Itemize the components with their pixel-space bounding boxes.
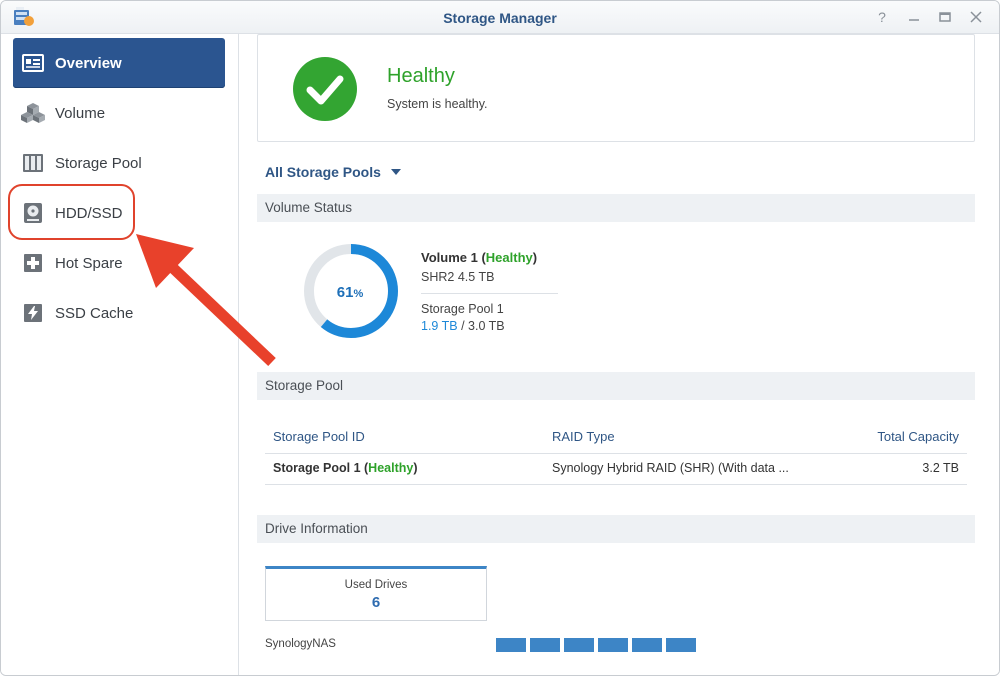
storage-pool-header: Storage Pool	[257, 372, 975, 400]
health-status-title: Healthy	[387, 65, 455, 87]
volume-total: / 3.0 TB	[457, 319, 505, 333]
volume-divider	[421, 293, 558, 294]
drive-bay[interactable]	[496, 638, 526, 652]
health-status-message: System is healthy.	[387, 97, 488, 111]
volume-state: Healthy	[485, 250, 533, 265]
drive-bay[interactable]	[564, 638, 594, 652]
pool-selector-label: All Storage Pools	[265, 164, 381, 180]
annotation-highlight-ring	[8, 184, 135, 240]
nas-name: SynologyNAS	[265, 638, 336, 650]
sidebar-item-volume[interactable]: Volume	[13, 88, 225, 138]
ssd-cache-icon	[21, 301, 45, 325]
drive-information-header: Drive Information	[257, 515, 975, 543]
volume-title[interactable]: Volume 1 (Healthy)	[421, 250, 537, 265]
title-bar: Storage Manager ?	[1, 1, 999, 34]
pool-state: Healthy	[368, 461, 414, 475]
raid-type-cell: Synology Hybrid RAID (SHR) (With data ..…	[552, 461, 789, 475]
drive-bay[interactable]	[530, 638, 560, 652]
table-header-divider	[265, 453, 967, 454]
health-summary-card: Healthy System is healthy.	[257, 34, 975, 142]
storage-pool-icon	[21, 151, 45, 175]
pool-id: Storage Pool 1	[273, 461, 361, 475]
svg-text:61%: 61%	[337, 284, 364, 301]
table-row-divider	[265, 484, 967, 485]
drive-bays	[496, 638, 700, 652]
maximize-icon	[939, 12, 951, 22]
minimize-button[interactable]	[905, 8, 923, 26]
sidebar-item-label: Volume	[55, 104, 106, 122]
help-button[interactable]: ?	[873, 8, 891, 26]
column-header-total-capacity[interactable]: Total Capacity	[877, 429, 959, 444]
sidebar-item-label: Hot Spare	[55, 254, 123, 272]
volume-used: 1.9 TB	[421, 319, 458, 333]
storage-pool-selector[interactable]: All Storage Pools	[265, 164, 401, 180]
capacity-cell: 3.2 TB	[922, 461, 959, 475]
used-drives-count: 6	[371, 594, 381, 611]
drive-bay[interactable]	[666, 638, 696, 652]
chevron-down-icon	[390, 169, 401, 175]
sidebar-item-overview[interactable]: Overview	[13, 38, 225, 88]
volume-icon	[21, 101, 45, 125]
overview-icon	[21, 51, 45, 75]
annotation-arrow-icon	[136, 234, 276, 366]
healthy-check-icon	[293, 57, 357, 121]
volume-usage-unit: %	[353, 288, 363, 300]
column-header-raid-type[interactable]: RAID Type	[552, 429, 615, 444]
volume-name: Volume 1	[421, 250, 478, 265]
volume-pool-name: Storage Pool 1	[421, 302, 504, 316]
pool-id-cell: Storage Pool 1 (Healthy)	[273, 461, 418, 475]
sidebar-item-storage-pool[interactable]: Storage Pool	[13, 138, 225, 188]
used-drives-card: Used Drives 6	[265, 566, 487, 621]
maximize-button[interactable]	[936, 8, 954, 26]
sidebar-item-label: SSD Cache	[55, 304, 134, 322]
volume-raid-size: SHR2 4.5 TB	[421, 270, 495, 284]
storage-manager-window: Storage Manager ? Overview Volume Storag…	[0, 0, 1000, 676]
window-title: Storage Manager	[443, 10, 557, 26]
volume-usage-percent: 61	[337, 284, 354, 301]
column-header-pool-id[interactable]: Storage Pool ID	[273, 429, 365, 444]
drive-bay[interactable]	[632, 638, 662, 652]
used-drives-label: Used Drives	[344, 579, 408, 591]
sidebar-item-label: Overview	[55, 54, 122, 72]
sidebar-item-label: Storage Pool	[55, 154, 142, 172]
close-icon	[970, 11, 982, 23]
minimize-icon	[909, 19, 919, 21]
hot-spare-icon	[21, 251, 45, 275]
drive-bay[interactable]	[598, 638, 628, 652]
main-panel: Healthy System is healthy. All Storage P…	[240, 34, 999, 675]
volume-status-header: Volume Status	[257, 194, 975, 222]
volume-capacity: 1.9 TB / 3.0 TB	[421, 319, 505, 333]
volume-usage-donut: 61%	[304, 244, 398, 338]
close-button[interactable]	[967, 8, 985, 26]
